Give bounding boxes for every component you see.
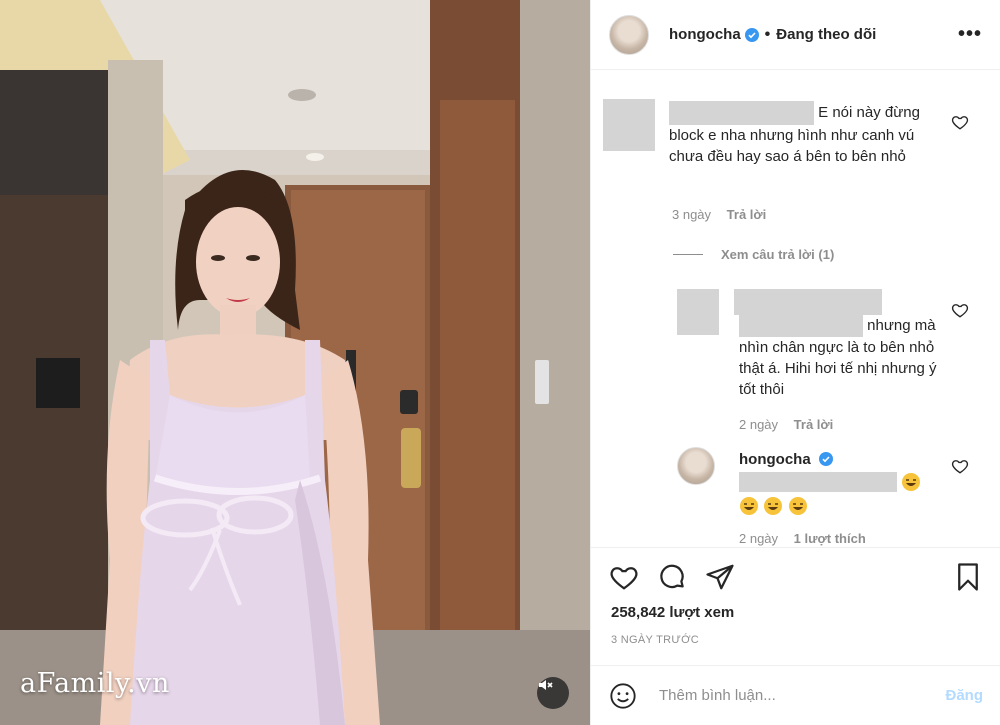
reply-1-time: 2 ngày	[739, 417, 779, 432]
post-comment-button[interactable]: Đăng	[946, 687, 984, 704]
author-avatar[interactable]	[609, 14, 649, 55]
mute-button[interactable]	[537, 677, 569, 709]
redacted-username	[669, 101, 814, 125]
post-header: hongocha • Đang theo dõi •••	[591, 0, 1000, 70]
add-comment-bar: Đăng	[591, 665, 1000, 725]
reply-1-text-start: nhưng	[867, 317, 911, 334]
laughing-emoji-icon	[902, 473, 921, 491]
author-reply-avatar[interactable]	[677, 447, 715, 485]
post-photo	[0, 0, 590, 725]
replies-divider-line	[673, 254, 703, 255]
separator-dot: •	[764, 25, 771, 43]
comments-list: E nói này đừng block e nha nhưng hình nh…	[591, 71, 1000, 546]
reply-1-reply-button[interactable]: Trả lời	[794, 417, 834, 432]
share-paper-plane-icon[interactable]	[705, 562, 735, 592]
post-media[interactable]: aFamily.vn	[0, 0, 590, 725]
like-reply-2-heart-icon[interactable]	[951, 457, 969, 475]
comment-1-time: 3 ngày	[672, 207, 712, 222]
reply-2-body	[739, 472, 959, 516]
redacted-mention	[739, 472, 897, 492]
laughing-emoji-icon	[788, 497, 807, 515]
post-timestamp[interactable]: 3 NGÀY TRƯỚC	[611, 634, 699, 646]
redacted-username	[734, 289, 882, 315]
like-reply-1-heart-icon[interactable]	[951, 301, 969, 319]
view-replies-label: Xem câu trả lời (1)	[721, 247, 835, 262]
reply-2-likes[interactable]: 1 lượt thích	[794, 531, 866, 546]
watermark: aFamily.vn	[20, 668, 170, 699]
reply-2-meta: 2 ngày 1 lượt thích	[739, 531, 866, 546]
comment-1-text: block e nha nhưng hình như canh vú chưa …	[669, 127, 915, 165]
verified-badge-icon	[818, 452, 833, 466]
verified-badge-icon	[744, 27, 759, 42]
reply-1-meta: 2 ngày Trả lời	[739, 417, 833, 432]
author-username[interactable]: hongocha	[669, 26, 741, 43]
like-comment-1-heart-icon[interactable]	[951, 113, 969, 131]
view-replies-button[interactable]: Xem câu trả lời (1)	[673, 247, 834, 262]
comment-input[interactable]	[659, 687, 919, 704]
comment-1: E nói này đừng block e nha nhưng hình nh…	[669, 101, 939, 167]
more-options-button[interactable]: •••	[958, 23, 982, 46]
like-heart-icon[interactable]	[609, 562, 639, 592]
reply-2: hongocha	[739, 449, 949, 470]
reply-1: nhưng mà nhìn chân ngực là to bên nhỏ th…	[739, 315, 939, 400]
save-bookmark-icon[interactable]	[953, 562, 983, 592]
comment-bubble-icon[interactable]	[657, 562, 687, 592]
reply-2-username[interactable]: hongocha	[739, 451, 811, 468]
laughing-emoji-icon	[764, 497, 783, 515]
reply-avatar-redacted[interactable]	[677, 289, 719, 335]
emoji-smiley-icon[interactable]	[609, 682, 637, 710]
comment-1-reply-button[interactable]: Trả lời	[727, 207, 767, 222]
comment-1-meta: 3 ngày Trả lời	[672, 207, 766, 222]
following-button[interactable]: Đang theo dõi	[776, 26, 876, 43]
reply-2-time: 2 ngày	[739, 531, 779, 546]
laughing-emoji-icon	[740, 497, 758, 515]
post-sidebar: hongocha • Đang theo dõi ••• E nói này đ…	[590, 0, 1000, 725]
post-actions: 258,842 lượt xem 3 NGÀY TRƯỚC	[591, 547, 1000, 646]
volume-off-icon	[539, 680, 553, 690]
redacted-mention	[739, 315, 863, 338]
commenter-avatar-redacted[interactable]	[603, 99, 655, 151]
action-bar	[591, 548, 1000, 606]
view-count[interactable]: 258,842 lượt xem	[611, 604, 734, 621]
comment-1-text-start: E nói này đừng	[818, 103, 920, 121]
